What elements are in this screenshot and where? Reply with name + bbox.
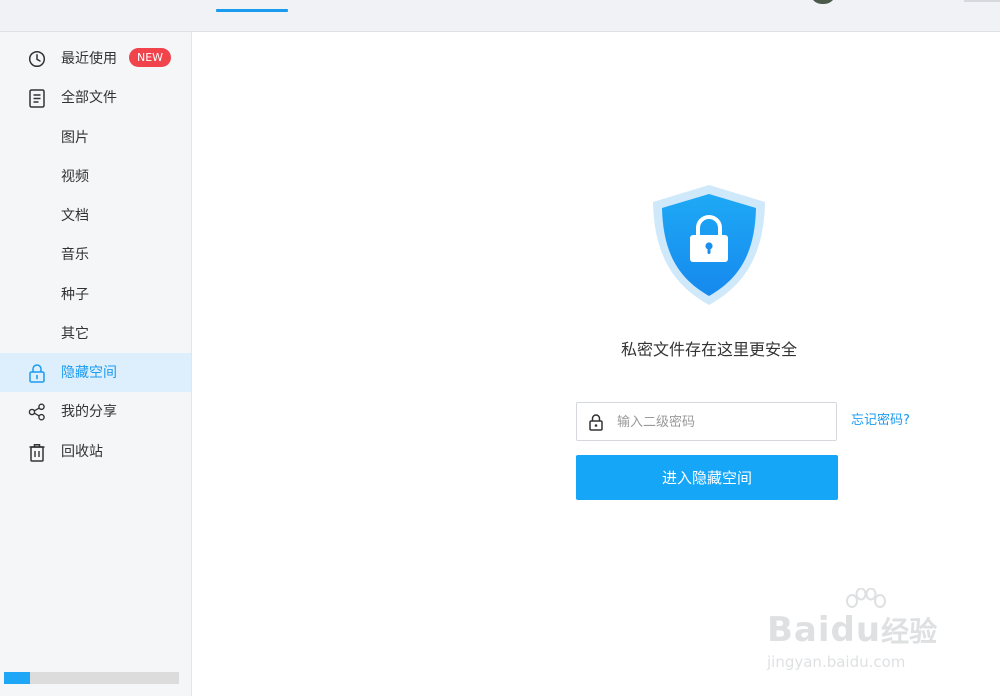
sidebar-item-label: 音乐 xyxy=(61,247,89,263)
sidebar-item-label: 文档 xyxy=(61,208,89,224)
password-field[interactable] xyxy=(576,402,837,441)
avatar[interactable] xyxy=(810,0,836,4)
window-edge xyxy=(964,0,1000,2)
sidebar-item-label: 图片 xyxy=(61,130,89,146)
sidebar-item-label: 种子 xyxy=(61,287,89,303)
sidebar-item-label: 回收站 xyxy=(61,444,103,460)
lock-icon xyxy=(587,413,605,431)
baidu-jingyan-watermark: Baidu经验 jingyan.baidu.com xyxy=(765,588,975,678)
enter-hidden-space-button[interactable]: 进入隐藏空间 xyxy=(576,455,838,500)
share-icon xyxy=(26,401,48,423)
sidebar-item-hidden-space[interactable]: 隐藏空间 xyxy=(0,353,191,392)
storage-progress-bar xyxy=(4,672,179,684)
sidebar-item-documents[interactable]: 文档 xyxy=(0,196,191,235)
sidebar-item-torrents[interactable]: 种子 xyxy=(0,275,191,314)
watermark-brand: Baidu经验 xyxy=(767,610,938,650)
sidebar-item-label: 全部文件 xyxy=(61,90,117,106)
sidebar: 最近使用 NEW 全部文件 图片 视频 文档 音乐 种子 其它 隐藏空间 我的分… xyxy=(0,32,192,696)
document-icon xyxy=(26,87,48,109)
sidebar-item-recycle-bin[interactable]: 回收站 xyxy=(0,432,191,471)
sidebar-item-label: 视频 xyxy=(61,169,89,185)
clock-icon xyxy=(26,48,48,70)
storage-progress-fill xyxy=(4,672,31,684)
sidebar-item-videos[interactable]: 视频 xyxy=(0,157,191,196)
sidebar-item-images[interactable]: 图片 xyxy=(0,118,191,157)
forgot-password-link[interactable]: 忘记密码? xyxy=(851,411,910,431)
sidebar-item-label: 我的分享 xyxy=(61,404,117,420)
trash-icon xyxy=(26,441,48,463)
sidebar-item-label: 隐藏空间 xyxy=(61,365,117,381)
sidebar-item-recent[interactable]: 最近使用 NEW xyxy=(0,39,191,78)
active-tab-indicator xyxy=(216,9,288,12)
sidebar-item-label: 其它 xyxy=(61,326,89,342)
hidden-space-subtitle: 私密文件存在这里更安全 xyxy=(620,340,797,359)
sidebar-item-other[interactable]: 其它 xyxy=(0,314,191,353)
shield-lock-illustration xyxy=(648,182,770,308)
lock-icon xyxy=(26,362,48,384)
top-toolbar xyxy=(0,0,1000,32)
watermark-url: jingyan.baidu.com xyxy=(767,653,906,671)
sidebar-item-music[interactable]: 音乐 xyxy=(0,235,191,274)
sidebar-item-my-shares[interactable]: 我的分享 xyxy=(0,392,191,431)
new-badge: NEW xyxy=(129,48,172,67)
password-input[interactable] xyxy=(615,404,834,441)
sidebar-item-label: 最近使用 xyxy=(61,51,117,67)
sidebar-item-all-files[interactable]: 全部文件 xyxy=(0,78,191,117)
